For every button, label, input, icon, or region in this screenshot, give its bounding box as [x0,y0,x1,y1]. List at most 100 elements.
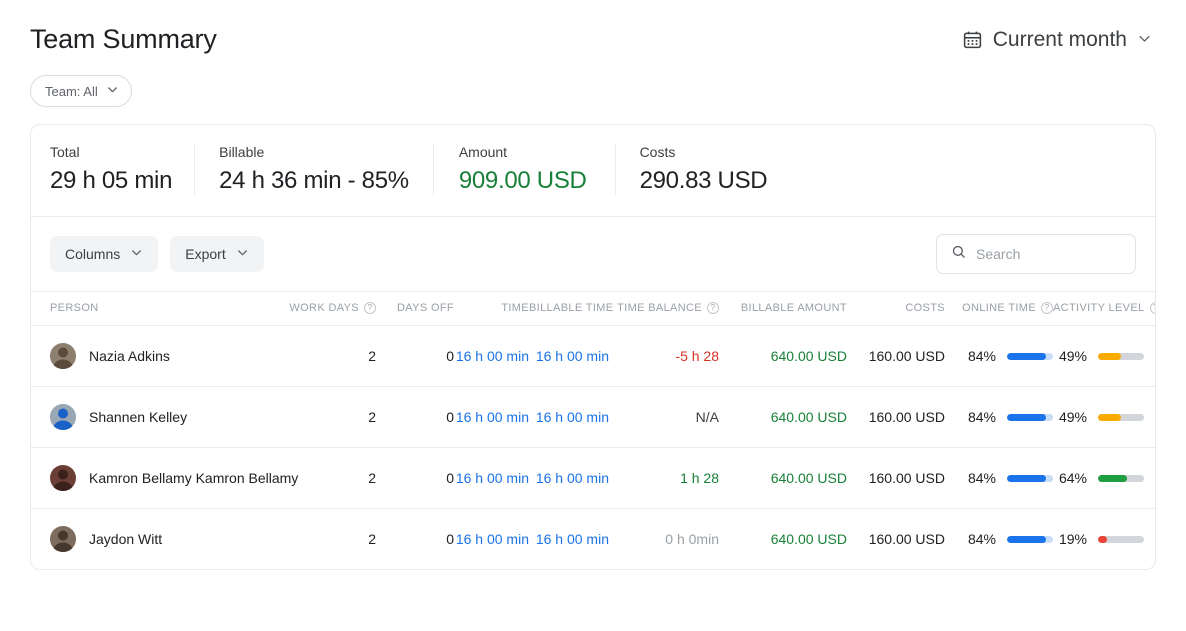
table-header-row: PERSON WORK DAYS ? DAYS OFF TIME BILLABL… [31,292,1155,326]
summary-card: Total 29 h 05 min Billable 24 h 36 min -… [30,124,1156,570]
cell-billable-time[interactable]: 16 h 00 min [529,386,609,448]
stat-value: 909.00 USD [458,167,587,194]
column-header-costs[interactable]: COSTS [847,292,945,326]
person-name: Nazia Adkins [89,348,170,364]
column-label: PERSON [50,302,99,314]
team-filter-label: Team: All [45,83,98,99]
column-header-work-days[interactable]: WORK DAYS ? [246,292,376,326]
column-header-activity-level[interactable]: ACTIVITY LEVEL ? [1053,292,1155,326]
page-header: Team Summary Current month [30,0,1156,55]
help-icon[interactable]: ? [364,302,376,314]
cell-time[interactable]: 16 h 00 min [454,509,529,570]
table-row[interactable]: Shannen Kelley 2 0 16 h 00 min 16 h 00 m… [31,386,1155,448]
cell-time-balance: N/A [609,386,719,448]
column-label: DAYS OFF [397,302,454,314]
stat-billable: Billable 24 h 36 min - 85% [194,144,433,195]
online-time-bar [1007,474,1053,482]
table-row[interactable]: Nazia Adkins 2 0 16 h 00 min 16 h 00 min… [31,325,1155,387]
help-icon[interactable]: ? [707,302,719,314]
stat-value: 290.83 USD [639,167,768,194]
cell-billable-time[interactable]: 16 h 00 min [529,447,609,509]
cell-days-off: 0 [376,447,454,509]
cell-work-days: 2 [246,386,376,448]
stat-value: 29 h 05 min [50,167,173,194]
column-label: TIME [501,302,529,314]
column-header-time-balance[interactable]: TIME BALANCE ? [609,292,719,326]
online-time-percent: 84% [967,531,996,547]
stat-label: Amount [458,144,508,160]
column-header-online-time[interactable]: ONLINE TIME ? [945,292,1053,326]
cell-billable-amount: 640.00 USD [719,325,847,387]
columns-button[interactable]: Columns [50,236,159,272]
cell-costs: 160.00 USD [847,447,945,509]
cell-time[interactable]: 16 h 00 min [454,325,529,387]
cell-online-time: 84% [945,386,1053,448]
column-label: COSTS [905,302,945,314]
help-icon[interactable]: ? [1149,302,1155,314]
search-box[interactable] [936,234,1136,274]
cell-billable-time[interactable]: 16 h 00 min [529,509,609,570]
activity-level-percent: 49% [1058,409,1087,425]
cell-time[interactable]: 16 h 00 min [454,386,529,448]
stat-label: Total [50,144,80,160]
cell-time[interactable]: 16 h 00 min [454,447,529,509]
activity-level-bar [1098,413,1144,421]
column-header-time[interactable]: TIME [454,292,529,326]
avatar [50,343,76,369]
cell-billable-amount: 640.00 USD [719,447,847,509]
chevron-down-icon [1137,28,1152,52]
person-name: Kamron Bellamy Kamron Bellamy [89,470,299,486]
cell-activity-level: 49% [1053,325,1155,387]
online-time-percent: 84% [967,348,996,364]
avatar [50,465,76,491]
person-name: Jaydon Witt [89,531,163,547]
cell-person: Jaydon Witt [31,509,246,570]
column-label: ONLINE TIME [962,302,1036,314]
column-header-billable-amount[interactable]: BILLABLE AMOUNT [719,292,847,326]
filter-row: Team: All [30,75,1156,107]
search-icon [951,244,966,264]
column-label: BILLABLE AMOUNT [740,302,847,314]
cell-person: Nazia Adkins [31,325,246,387]
activity-level-percent: 64% [1058,470,1087,486]
chevron-down-icon [236,246,249,262]
stat-amount: Amount 909.00 USD [432,144,615,195]
column-header-days-off[interactable]: DAYS OFF [376,292,454,326]
online-time-percent: 84% [967,470,996,486]
chevron-down-icon [106,83,119,99]
cell-costs: 160.00 USD [868,531,945,547]
cell-billable-time[interactable]: 16 h 00 min [529,325,609,387]
export-button-label: Export [185,246,226,262]
cell-activity-level: 49% [1053,386,1155,448]
column-header-billable-time[interactable]: BILLABLE TIME [529,292,613,326]
team-filter-dropdown[interactable]: Team: All [30,75,132,107]
cell-time-balance: 0 h 0min [665,531,719,547]
activity-level-bar [1098,474,1144,482]
cell-days-off: 0 [376,325,454,387]
cell-time-balance: 1 h 28 [609,447,719,509]
online-time-percent: 84% [967,409,996,425]
export-button[interactable]: Export [170,236,264,272]
column-header-person[interactable]: PERSON [31,292,246,326]
cell-online-time: 84% [945,447,1053,509]
table-head: PERSON WORK DAYS ? DAYS OFF TIME BILLABL… [31,292,1155,326]
cell-person: Kamron Bellamy Kamron Bellamy [31,447,298,509]
person-name: Shannen Kelley [89,409,188,425]
team-summary-page: Team Summary Current month Team: All Tot… [0,0,1186,631]
cell-online-time: 84% [945,509,1053,570]
date-range-picker[interactable]: Current month [962,28,1156,52]
cell-days-off: 0 [376,386,454,448]
search-input[interactable] [976,246,1121,262]
help-icon[interactable]: ? [1041,302,1053,314]
cell-work-days: 2 [368,531,376,547]
cell-work-days: 2 [246,325,376,387]
calendar-icon [962,29,983,50]
table-row[interactable]: Kamron Bellamy Kamron Bellamy 2 0 16 h 0… [31,447,1155,509]
table-row[interactable]: Jaydon Witt 2 0 16 h 00 min 16 h 00 min … [31,509,1155,570]
columns-button-label: Columns [65,246,121,262]
page-title: Team Summary [30,24,217,54]
avatar [50,404,76,430]
cell-costs: 160.00 USD [847,386,945,448]
stat-value: 24 h 36 min - 85% [219,167,409,194]
activity-level-bar [1098,352,1144,360]
